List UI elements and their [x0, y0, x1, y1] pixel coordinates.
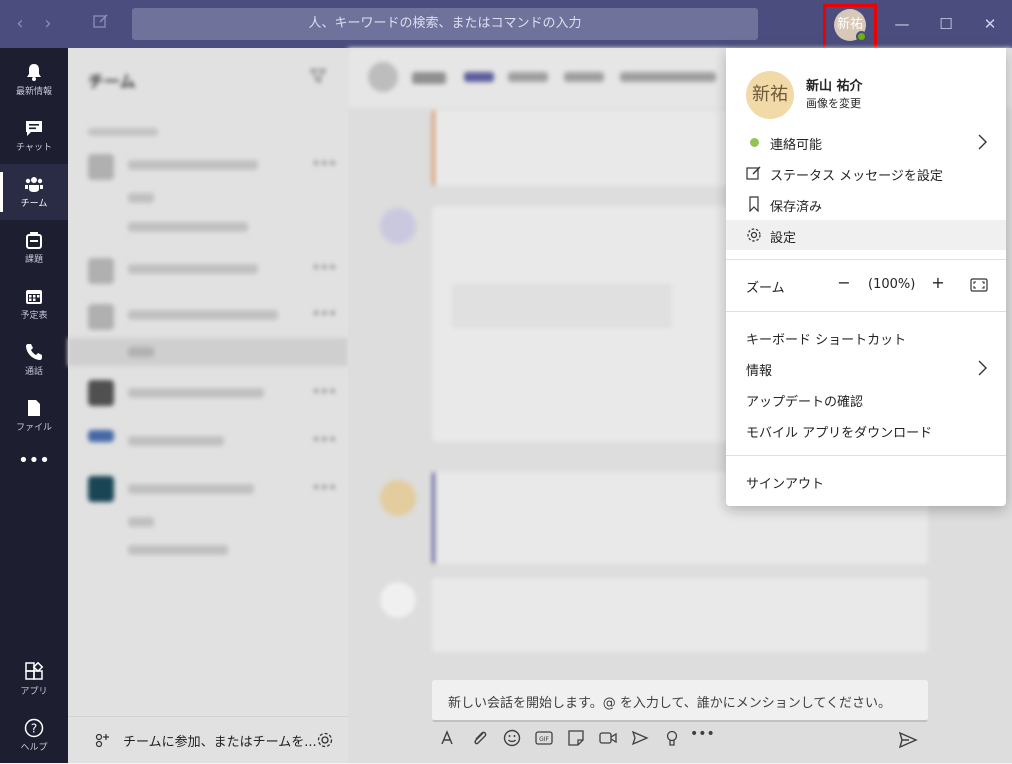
rail-label: 最新情報 [15, 87, 52, 97]
change-picture-link[interactable]: 画像を変更 [806, 95, 861, 111]
rail-item-calendar[interactable]: 予定表 [0, 276, 68, 332]
menu-item-set-status-message[interactable]: ステータス メッセージを設定 [726, 158, 1006, 188]
rail-label: チーム [20, 199, 48, 209]
menu-item-status[interactable]: 連絡可能 [726, 127, 1006, 157]
zoom-label: ズーム [746, 281, 785, 296]
menu-item-sign-out[interactable]: サインアウト [726, 466, 1006, 496]
title-bar: ‹ › 人、キーワードの検索、またはコマンドの入力 新祐 — ☐ ✕ [0, 0, 1012, 55]
menu-item-label: 連絡可能 [770, 138, 823, 153]
bell-icon [27, 64, 41, 81]
menu-item-label: アップデートの確認 [746, 395, 864, 410]
rail-item-calls[interactable]: 通話 [0, 332, 68, 388]
calendar-icon [26, 290, 42, 304]
divider [726, 455, 1006, 456]
menu-item-label: 保存済み [770, 200, 823, 215]
back-arrow-icon[interactable]: ‹ [10, 12, 30, 36]
profile-name: 新山 祐介 [806, 79, 863, 94]
available-status-icon [750, 138, 759, 147]
bookmark-icon [749, 196, 759, 212]
rail-item-help[interactable]: ? ヘルプ [0, 708, 68, 764]
more-dots-icon: ••• [18, 450, 50, 471]
chat-icon [26, 121, 42, 136]
fit-to-window-icon[interactable] [970, 277, 988, 293]
phone-icon [26, 344, 42, 360]
menu-item-about[interactable]: 情報 [726, 353, 1006, 383]
menu-item-saved[interactable]: 保存済み [726, 189, 1006, 219]
zoom-in-button[interactable]: + [928, 273, 948, 295]
profile-menu-avatar[interactable]: 新祐 [746, 71, 794, 119]
divider [726, 259, 1006, 260]
rail-item-teams[interactable]: チーム [0, 164, 68, 220]
new-chat-icon[interactable] [92, 12, 114, 34]
assignments-icon [26, 232, 42, 249]
teams-icon [25, 177, 43, 192]
app-rail: 最新情報 チャット チーム 課題 予定表 通話 ファイル ••• アプリ ? ヘ… [0, 48, 68, 763]
zoom-value: (100%) [868, 277, 916, 292]
rail-more-button[interactable]: ••• [0, 444, 68, 500]
rail-item-activity[interactable]: 最新情報 [0, 52, 68, 108]
rail-item-assignments[interactable]: 課題 [0, 220, 68, 276]
menu-item-label: モバイル アプリをダウンロード [746, 426, 933, 441]
apps-icon [25, 662, 44, 680]
chevron-right-icon [978, 134, 987, 150]
menu-item-label: サインアウト [746, 477, 825, 492]
rail-label: 予定表 [20, 311, 48, 321]
svg-text:?: ? [31, 722, 37, 736]
divider [726, 311, 1006, 312]
rail-label: アプリ [20, 687, 48, 697]
file-icon [28, 400, 40, 416]
rail-label: ヘルプ [20, 743, 48, 753]
edit-icon [746, 166, 761, 180]
profile-menu: 新祐 新山 祐介 画像を変更 連絡可能 ステータス メッセージを設定 保存済み … [726, 48, 1006, 506]
close-icon[interactable]: ✕ [977, 12, 1003, 36]
menu-item-label: 情報 [746, 364, 773, 379]
forward-arrow-icon[interactable]: › [38, 12, 58, 36]
help-icon: ? [24, 718, 44, 738]
rail-label: 通話 [24, 367, 43, 377]
menu-item-label: ステータス メッセージを設定 [770, 169, 943, 184]
rail-item-files[interactable]: ファイル [0, 388, 68, 444]
zoom-control: ズーム − (100%) + [726, 270, 1006, 300]
menu-item-keyboard-shortcuts[interactable]: キーボード ショートカット [726, 322, 1006, 352]
avatar-initials: 新祐 [752, 84, 788, 105]
menu-item-settings[interactable]: 設定 [726, 220, 1006, 250]
maximize-icon[interactable]: ☐ [933, 12, 959, 36]
menu-item-check-updates[interactable]: アップデートの確認 [726, 384, 1006, 414]
rail-label: ファイル [15, 423, 52, 433]
zoom-out-button[interactable]: − [834, 273, 854, 295]
rail-item-chat[interactable]: チャット [0, 108, 68, 164]
menu-item-label: キーボード ショートカット [746, 333, 907, 348]
menu-item-label: 設定 [770, 231, 797, 246]
rail-label: チャット [16, 143, 52, 153]
search-input[interactable]: 人、キーワードの検索、またはコマンドの入力 [132, 8, 758, 40]
menu-item-download-mobile[interactable]: モバイル アプリをダウンロード [726, 415, 1006, 445]
gear-icon [747, 228, 761, 242]
minimize-icon[interactable]: — [889, 12, 915, 36]
rail-item-apps[interactable]: アプリ [0, 652, 68, 708]
chevron-right-icon [978, 360, 987, 376]
rail-label: 課題 [24, 255, 43, 265]
